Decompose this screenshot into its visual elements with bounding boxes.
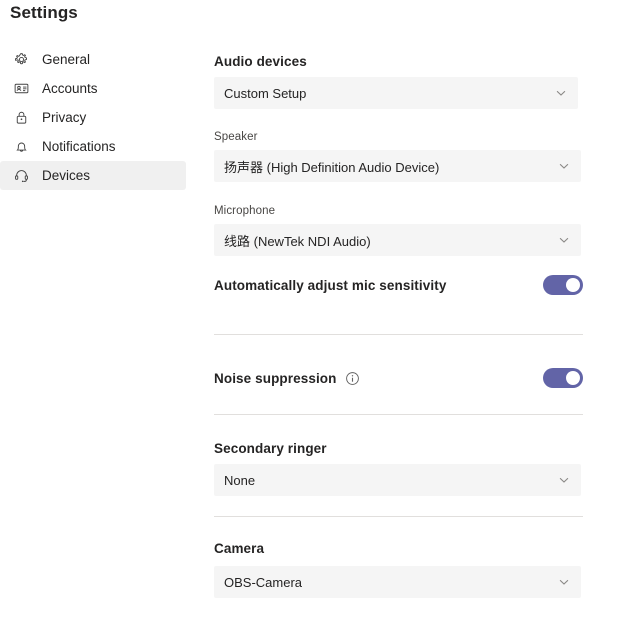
lock-icon (12, 109, 30, 127)
secondary-ringer-heading: Secondary ringer (214, 441, 327, 456)
toggle-knob (566, 278, 580, 292)
sidebar-item-label: General (42, 51, 91, 67)
chevron-down-icon (557, 233, 571, 247)
toggle-knob (566, 371, 580, 385)
divider (214, 516, 583, 517)
speaker-label: Speaker (214, 131, 258, 143)
sidebar-item-devices[interactable]: Devices (0, 161, 186, 190)
divider (214, 414, 583, 415)
speaker-value: 扬声器 (High Definition Audio Device) (224, 159, 440, 175)
noise-suppression-label-group: Noise suppression (214, 371, 360, 386)
chevron-down-icon (557, 575, 571, 589)
sidebar-item-accounts[interactable]: Accounts (0, 74, 186, 103)
auto-mic-sensitivity-row: Automatically adjust mic sensitivity (214, 275, 583, 295)
sidebar-item-notifications[interactable]: Notifications (0, 132, 186, 161)
noise-suppression-row: Noise suppression (214, 368, 583, 388)
audio-setup-value: Custom Setup (224, 85, 307, 101)
audio-devices-heading: Audio devices (214, 54, 307, 69)
speaker-dropdown[interactable]: 扬声器 (High Definition Audio Device) (214, 150, 581, 182)
page-title: Settings (10, 3, 78, 22)
sidebar-item-general[interactable]: General (0, 45, 186, 74)
microphone-label: Microphone (214, 205, 276, 217)
sidebar-item-label: Notifications (42, 138, 116, 154)
microphone-value: 线路 (NewTek NDI Audio) (224, 233, 371, 249)
sidebar-item-label: Privacy (42, 109, 87, 125)
camera-value: OBS-Camera (224, 574, 303, 590)
sidebar-item-label: Accounts (42, 80, 98, 96)
camera-dropdown[interactable]: OBS-Camera (214, 566, 581, 598)
secondary-ringer-dropdown[interactable]: None (214, 464, 581, 496)
noise-suppression-label: Noise suppression (214, 370, 337, 386)
auto-mic-sensitivity-label: Automatically adjust mic sensitivity (214, 277, 447, 293)
headset-icon (12, 167, 30, 185)
microphone-dropdown[interactable]: 线路 (NewTek NDI Audio) (214, 224, 581, 256)
sidebar-item-privacy[interactable]: Privacy (0, 103, 186, 132)
audio-setup-dropdown[interactable]: Custom Setup (214, 77, 578, 109)
auto-mic-sensitivity-label-group: Automatically adjust mic sensitivity (214, 278, 446, 293)
noise-suppression-toggle[interactable] (543, 368, 583, 388)
divider (214, 334, 583, 335)
contact-card-icon (12, 80, 30, 98)
gear-icon (12, 51, 30, 69)
camera-heading: Camera (214, 541, 265, 556)
chevron-down-icon (557, 159, 571, 173)
chevron-down-icon (557, 473, 571, 487)
chevron-down-icon (554, 86, 568, 100)
auto-mic-sensitivity-toggle[interactable] (543, 275, 583, 295)
info-icon[interactable] (345, 371, 360, 386)
secondary-ringer-value: None (224, 472, 256, 488)
sidebar-item-label: Devices (42, 167, 91, 183)
bell-icon (12, 138, 30, 156)
settings-sidebar: General Accounts Privacy Notifications D… (0, 45, 186, 190)
